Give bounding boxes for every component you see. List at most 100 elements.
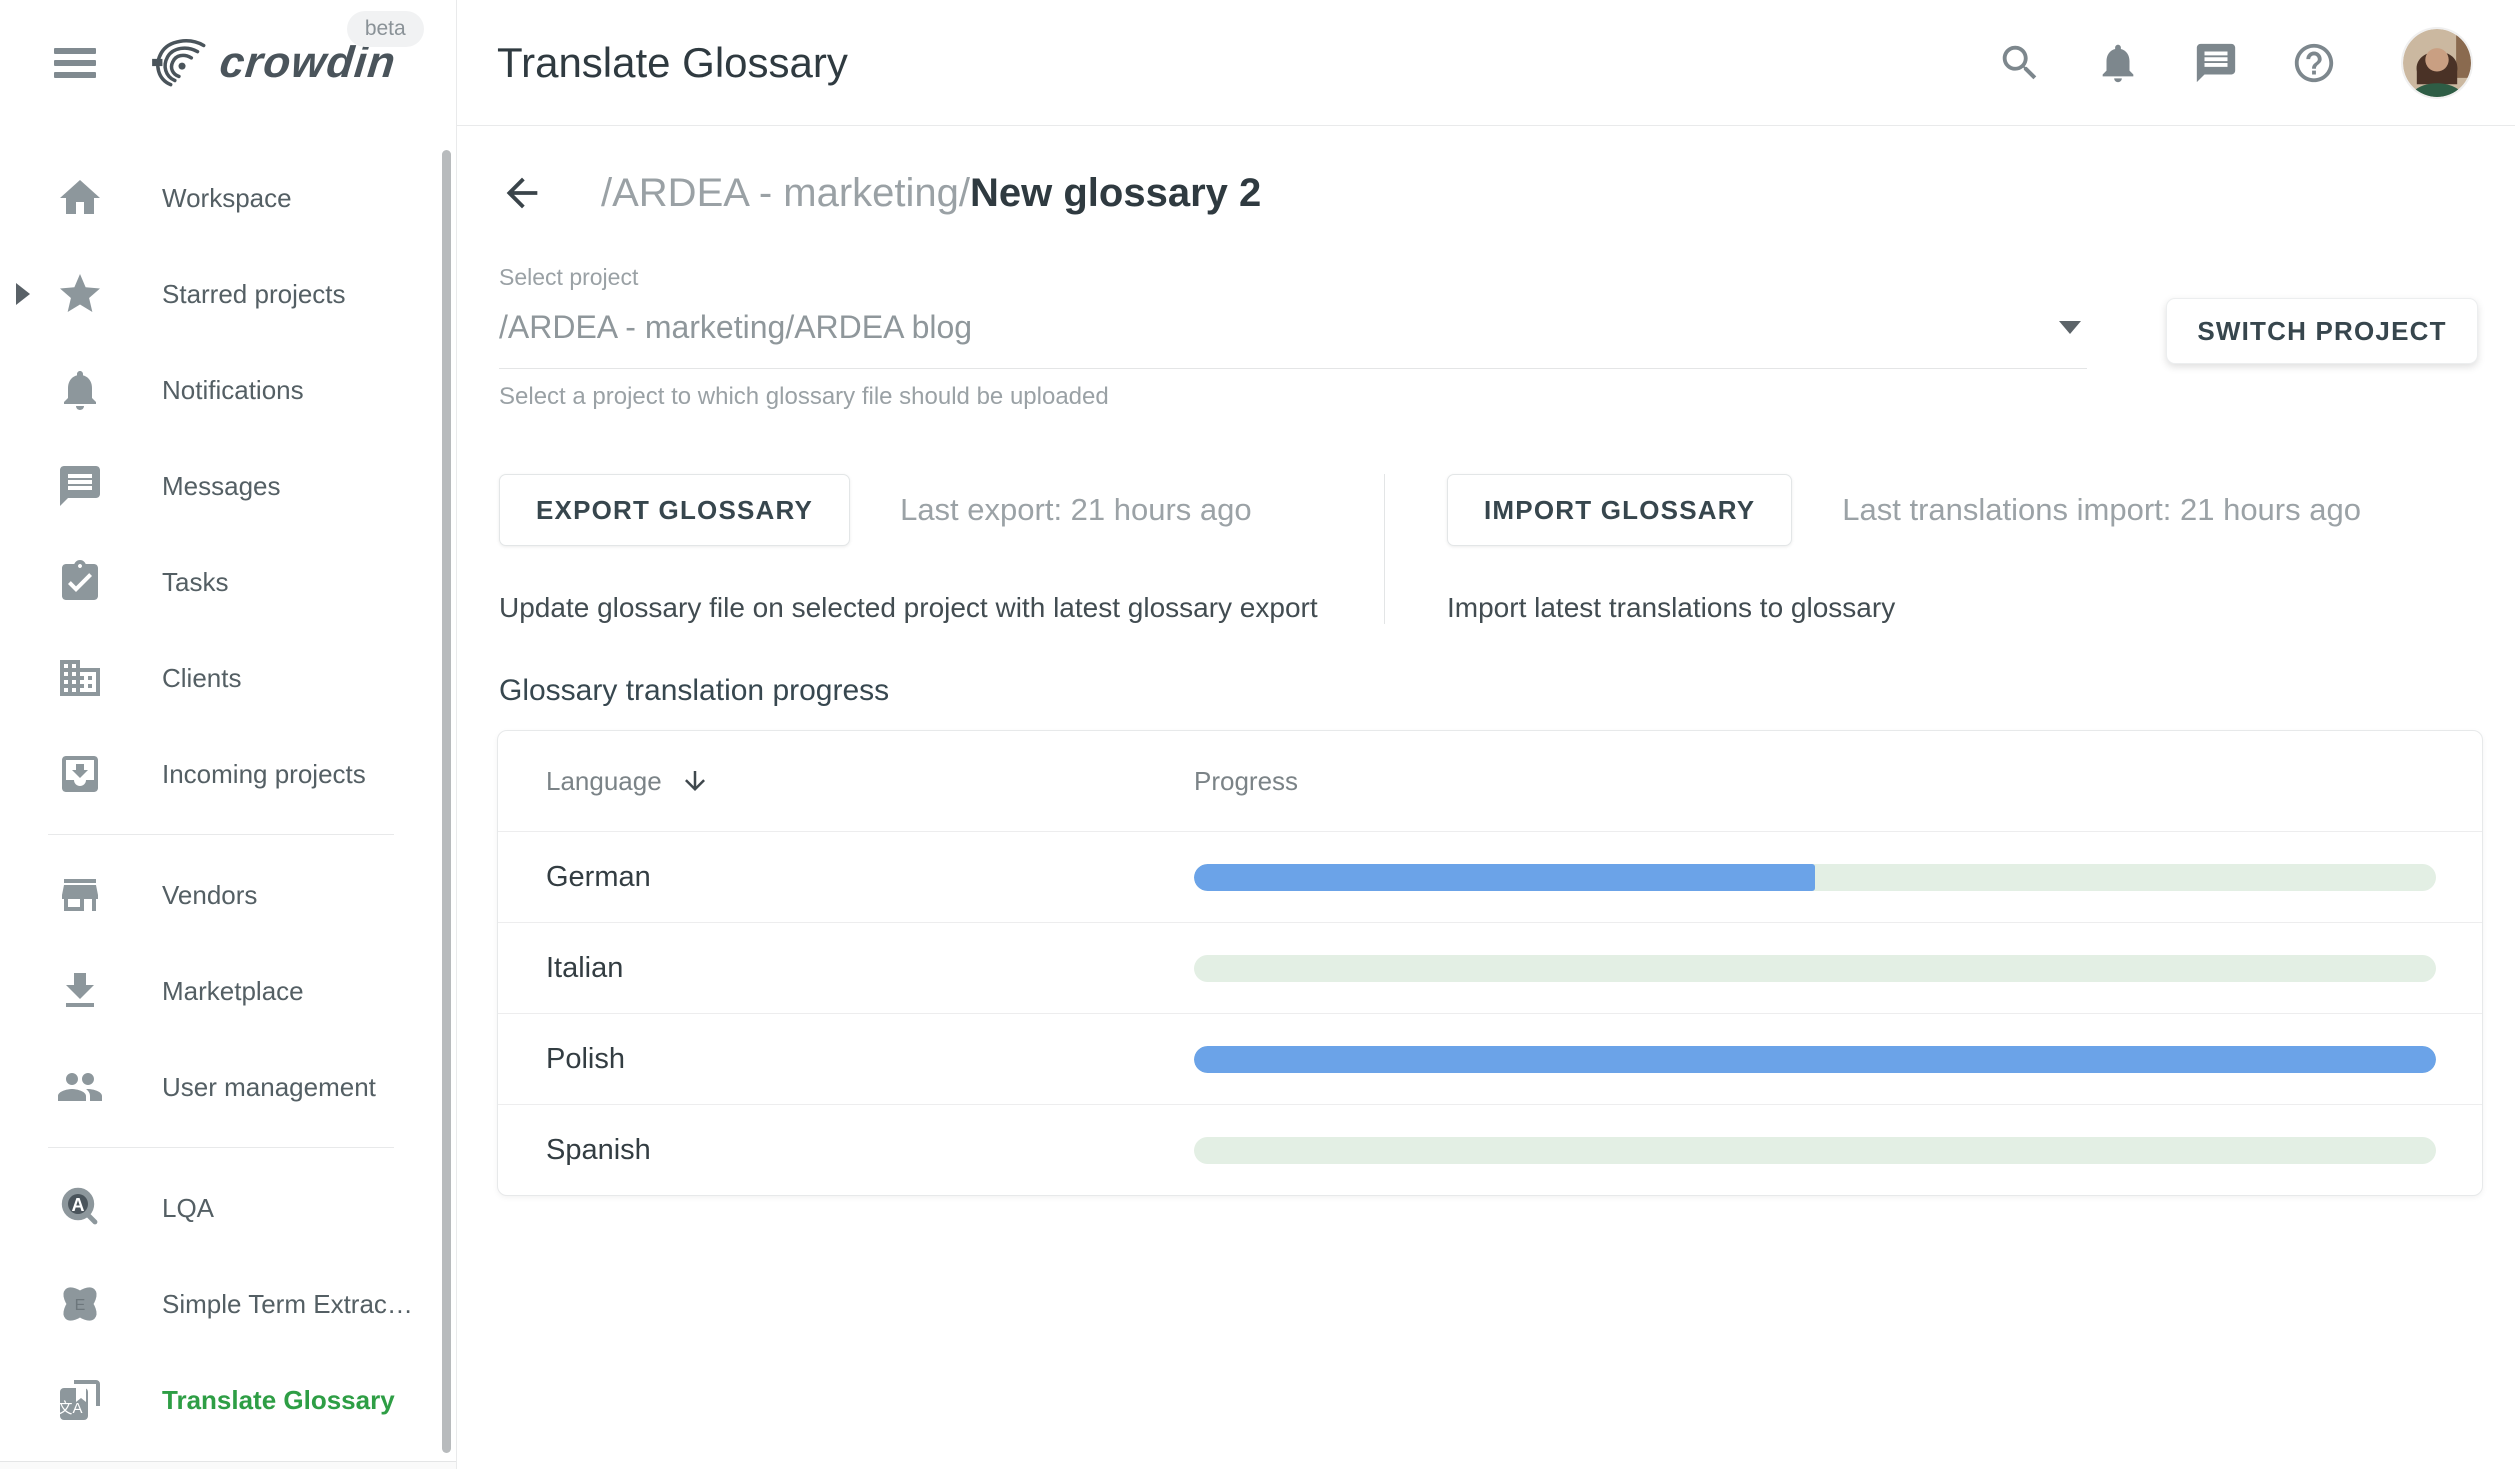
sidebar-item-label: Incoming projects: [162, 759, 366, 790]
sidebar-item-notifications[interactable]: Notifications: [0, 342, 456, 438]
import-glossary-button[interactable]: IMPORT GLOSSARY: [1447, 474, 1792, 546]
project-select-input[interactable]: /ARDEA - marketing/ARDEA blog: [499, 291, 2087, 369]
inbox-icon: [56, 750, 104, 798]
language-name: Italian: [546, 952, 623, 985]
sidebar-item-vendors[interactable]: Vendors: [0, 847, 456, 943]
top-bar-main: Translate Glossary: [457, 0, 2515, 126]
chevron-down-icon: [2059, 321, 2081, 334]
sidebar-item-starred-projects[interactable]: Starred projects: [0, 246, 456, 342]
user-avatar[interactable]: [2403, 29, 2471, 97]
people-icon: [56, 1063, 104, 1111]
back-arrow-icon[interactable]: [499, 170, 545, 216]
beta-badge: beta: [347, 11, 424, 47]
progress-table: Language Progress German Italian Polish Spa…: [497, 730, 2483, 1196]
table-row[interactable]: Spanish: [498, 1104, 2482, 1195]
progress-bar-track: [1194, 1046, 2436, 1073]
export-status: Last export: 21 hours ago: [900, 492, 1252, 528]
sidebar-divider: [48, 834, 394, 835]
sidebar-item-label: User management: [162, 1072, 376, 1103]
top-bar-icons: [1997, 29, 2471, 97]
top-bar: crowdin beta Translate Glossary: [0, 0, 2515, 126]
breadcrumb-path[interactable]: /ARDEA - marketing/: [601, 171, 970, 215]
star-icon: [56, 270, 104, 318]
search-icon[interactable]: [1997, 40, 2043, 86]
project-select-helper: Select a project to which glossary file …: [499, 383, 2087, 411]
sidebar-item-tasks[interactable]: Tasks: [0, 534, 456, 630]
sidebar-item-simple-term-extraction[interactable]: E Simple Term Extrac…: [0, 1256, 456, 1352]
progress-bar-track: [1194, 955, 2436, 982]
translate-icon: 文A: [56, 1376, 104, 1424]
sidebar-item-incoming-projects[interactable]: Incoming projects: [0, 726, 456, 822]
table-row[interactable]: Italian: [498, 922, 2482, 1013]
sidebar-item-messages[interactable]: Messages: [0, 438, 456, 534]
table-row[interactable]: Polish: [498, 1013, 2482, 1104]
export-description: Update glossary file on selected project…: [499, 592, 1384, 624]
import-status: Last translations import: 21 hours ago: [1842, 492, 2361, 528]
svg-text:E: E: [75, 1297, 86, 1314]
project-select-value: /ARDEA - marketing/ARDEA blog: [499, 309, 972, 346]
top-bar-left: crowdin beta: [0, 0, 457, 126]
sidebar-item-label: Messages: [162, 471, 281, 502]
chat-icon: [56, 462, 104, 510]
bell-icon: [56, 366, 104, 414]
sidebar-item-lqa[interactable]: A LQA: [0, 1160, 456, 1256]
breadcrumb-row: /ARDEA - marketing/New glossary 2: [499, 170, 1261, 216]
sidebar: Workspace Starred projects Notifications…: [0, 126, 457, 1469]
breadcrumb-current: New glossary 2: [970, 171, 1261, 215]
download-icon: [56, 967, 104, 1015]
sidebar-item-label: Starred projects: [162, 279, 346, 310]
app-window: crowdin beta Translate Glossary: [0, 0, 2515, 1469]
notifications-icon[interactable]: [2095, 40, 2141, 86]
building-icon: [56, 654, 104, 702]
messages-icon[interactable]: [2193, 40, 2239, 86]
sidebar-item-translate-glossary[interactable]: 文A Translate Glossary: [0, 1352, 456, 1448]
sidebar-item-label: Notifications: [162, 375, 304, 406]
lqa-icon: A: [56, 1184, 104, 1232]
sidebar-item-marketplace[interactable]: Marketplace: [0, 943, 456, 1039]
sidebar-divider: [48, 1147, 394, 1148]
crowdin-mark-icon: [148, 35, 214, 91]
progress-bar-fill: [1194, 1046, 2436, 1073]
language-name: Polish: [546, 1043, 625, 1076]
language-name: Spanish: [546, 1134, 651, 1167]
table-body: German Italian Polish Spanish: [498, 831, 2482, 1195]
column-header-language[interactable]: Language: [546, 766, 662, 797]
sidebar-item-label: Clients: [162, 663, 241, 694]
language-name: German: [546, 861, 651, 894]
actions-divider: [1384, 474, 1385, 624]
sidebar-item-label: Workspace: [162, 183, 292, 214]
glossary-actions: EXPORT GLOSSARY Last export: 21 hours ag…: [499, 474, 2483, 624]
sidebar-item-clients[interactable]: Clients: [0, 630, 456, 726]
column-header-progress[interactable]: Progress: [1194, 766, 1298, 796]
sidebar-item-label: LQA: [162, 1193, 214, 1224]
breadcrumb: /ARDEA - marketing/New glossary 2: [601, 171, 1261, 216]
sidebar-item-label: Simple Term Extrac…: [162, 1289, 413, 1320]
crowdin-logo[interactable]: crowdin beta: [148, 35, 396, 91]
sidebar-scrollbar[interactable]: [442, 150, 451, 1453]
project-select-block: Select project /ARDEA - marketing/ARDEA …: [499, 264, 2087, 411]
table-row[interactable]: German: [498, 831, 2482, 922]
sidebar-item-workspace[interactable]: Workspace: [0, 150, 456, 246]
storefront-icon: [56, 871, 104, 919]
sidebar-item-label: Tasks: [162, 567, 228, 598]
sidebar-item-label: Translate Glossary: [162, 1385, 395, 1416]
table-header: Language Progress: [498, 731, 2482, 831]
hamburger-menu-icon[interactable]: [44, 40, 106, 86]
switch-project-button[interactable]: SWITCH PROJECT: [2166, 298, 2478, 364]
import-description: Import latest translations to glossary: [1447, 592, 2483, 624]
export-section: EXPORT GLOSSARY Last export: 21 hours ag…: [499, 474, 1384, 624]
progress-bar-track: [1194, 1137, 2436, 1164]
page-title: Translate Glossary: [497, 39, 848, 87]
main-content: /ARDEA - marketing/New glossary 2 Select…: [457, 126, 2515, 1469]
progress-bar-fill: [1194, 864, 1815, 891]
help-icon[interactable]: [2291, 40, 2337, 86]
sidebar-item-label: Vendors: [162, 880, 257, 911]
progress-bar-track: [1194, 864, 2436, 891]
expand-caret-icon[interactable]: [16, 283, 30, 305]
sidebar-item-user-management[interactable]: User management: [0, 1039, 456, 1135]
export-glossary-button[interactable]: EXPORT GLOSSARY: [499, 474, 850, 546]
atom-icon: E: [56, 1280, 104, 1328]
sidebar-bottom-divider: [0, 1461, 456, 1469]
sort-descending-icon[interactable]: [680, 766, 710, 796]
progress-section-title: Glossary translation progress: [499, 674, 889, 708]
